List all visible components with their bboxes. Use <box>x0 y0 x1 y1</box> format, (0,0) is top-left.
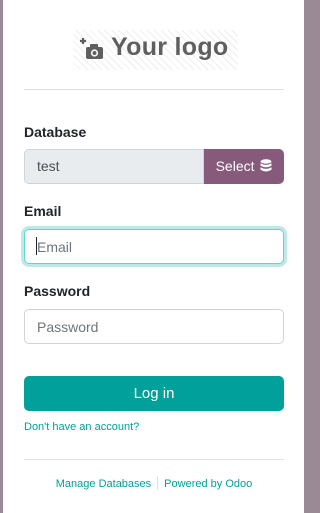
signup-link[interactable]: Don't have an account? <box>24 421 139 433</box>
database-label: Database <box>24 124 87 140</box>
login-card: Your logo Database test Select Email Pas… <box>3 0 304 513</box>
text-cursor <box>36 237 37 255</box>
select-database-label: Select <box>215 158 255 174</box>
email-label: Email <box>24 203 62 219</box>
login-button[interactable]: Log in <box>24 376 284 411</box>
powered-by-link[interactable]: Powered by Odoo <box>164 478 252 490</box>
header-divider <box>24 89 284 90</box>
select-database-button[interactable]: Select <box>204 149 284 184</box>
password-label: Password <box>24 283 91 299</box>
database-field: test <box>24 149 204 184</box>
company-logo: Your logo <box>73 30 238 70</box>
manage-databases-link[interactable]: Manage Databases <box>56 478 151 490</box>
password-input[interactable] <box>24 309 284 344</box>
database-icon <box>260 159 272 172</box>
logo-text: Your logo <box>111 33 229 61</box>
email-input[interactable] <box>24 229 284 264</box>
footer-divider <box>24 459 284 460</box>
footer: Manage Databases Powered by Odoo <box>24 476 284 492</box>
footer-separator <box>157 476 159 490</box>
camera-plus-icon <box>80 38 103 59</box>
database-selector: test Select <box>24 149 284 184</box>
